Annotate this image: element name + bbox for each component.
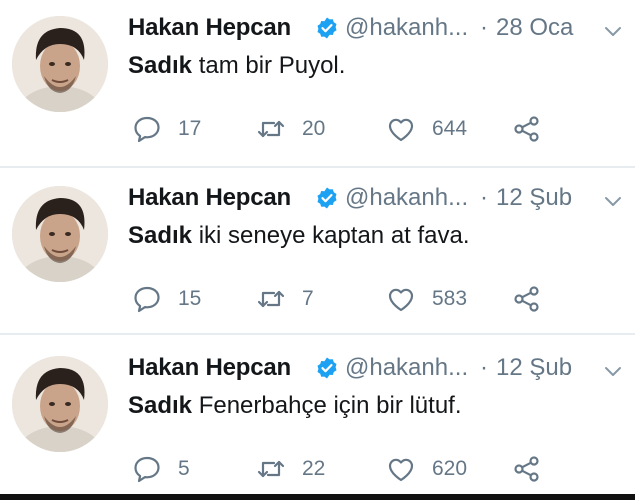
author-name[interactable]: Hakan Hepcan [128, 354, 291, 382]
tweet-text-bold: Sadık [128, 222, 193, 249]
tweet-text: Sadık Fenerbahçe için bir lütuf. [128, 392, 462, 420]
verified-badge-icon [317, 17, 337, 39]
tweet-feed: Hakan Hepcan @hakanh... · 28 Oca Sadık t… [0, 0, 635, 500]
reply-count: 17 [178, 117, 202, 140]
tweet-date[interactable]: 28 Oca [496, 14, 573, 42]
tweet-actions: 17 20 644 [128, 112, 608, 148]
tweet-header: Hakan Hepcan @hakanh... · 12 Şub [128, 182, 628, 216]
tweet-text-rest: Fenerbahçe için bir lütuf. [192, 392, 462, 419]
share-icon [514, 286, 539, 312]
like-count: 620 [432, 457, 468, 480]
tweet-divider [0, 166, 635, 168]
retweet-count: 7 [302, 287, 314, 310]
meta-separator: · [480, 14, 488, 41]
tweet[interactable]: Hakan Hepcan @hakanh... · 12 Şub Sadık i… [0, 170, 635, 330]
bottom-edge [0, 494, 635, 500]
tweet-actions: 15 7 583 [128, 282, 608, 318]
author-handle[interactable]: @hakanh... [345, 354, 468, 382]
meta-separator: · [480, 354, 488, 381]
tweet[interactable]: Hakan Hepcan @hakanh... · 12 Şub Sadık F… [0, 340, 635, 500]
tweet-text: Sadık tam bir Puyol. [128, 52, 345, 80]
heart-icon [388, 458, 414, 482]
avatar[interactable] [12, 16, 108, 112]
tweet-header: Hakan Hepcan @hakanh... · 28 Oca [128, 12, 628, 46]
chevron-down-icon[interactable] [602, 190, 624, 212]
reply-icon [134, 116, 160, 143]
retweet-count: 20 [302, 117, 326, 140]
tweet-date[interactable]: 12 Şub [496, 354, 572, 382]
retweet-icon [257, 120, 285, 138]
tweet-actions: 5 22 620 [128, 452, 608, 488]
like-count: 644 [432, 117, 468, 140]
reply-count: 5 [178, 457, 190, 480]
share-icon [514, 116, 539, 142]
retweet-count: 22 [302, 457, 326, 480]
author-handle[interactable]: @hakanh... [345, 184, 468, 212]
tweet-header: Hakan Hepcan @hakanh... · 12 Şub [128, 352, 628, 386]
tweet-date[interactable]: 12 Şub [496, 184, 572, 212]
tweet-text-bold: Sadık [128, 52, 193, 79]
tweet[interactable]: Hakan Hepcan @hakanh... · 28 Oca Sadık t… [0, 0, 635, 160]
tweet-divider [0, 333, 635, 335]
like-count: 583 [432, 287, 468, 310]
reply-count: 15 [178, 287, 202, 310]
tweet-text: Sadık iki seneye kaptan at fava. [128, 222, 470, 250]
reply-icon [134, 456, 160, 483]
share-icon [514, 456, 539, 482]
verified-badge-icon [317, 187, 337, 209]
chevron-down-icon[interactable] [602, 360, 624, 382]
author-name[interactable]: Hakan Hepcan [128, 184, 291, 212]
meta-separator: · [480, 184, 488, 211]
retweet-icon [257, 290, 285, 308]
tweet-text-bold: Sadık [128, 392, 193, 419]
tweet-text-rest: iki seneye kaptan at fava. [192, 222, 470, 249]
heart-icon [388, 118, 414, 142]
reply-icon [134, 286, 160, 313]
heart-icon [388, 288, 414, 312]
avatar[interactable] [12, 186, 108, 282]
avatar[interactable] [12, 356, 108, 452]
author-handle[interactable]: @hakanh... [345, 14, 468, 42]
verified-badge-icon [317, 357, 337, 379]
tweet-text-rest: tam bir Puyol. [192, 52, 346, 79]
chevron-down-icon[interactable] [602, 20, 624, 42]
author-name[interactable]: Hakan Hepcan [128, 14, 291, 42]
retweet-icon [257, 460, 285, 478]
